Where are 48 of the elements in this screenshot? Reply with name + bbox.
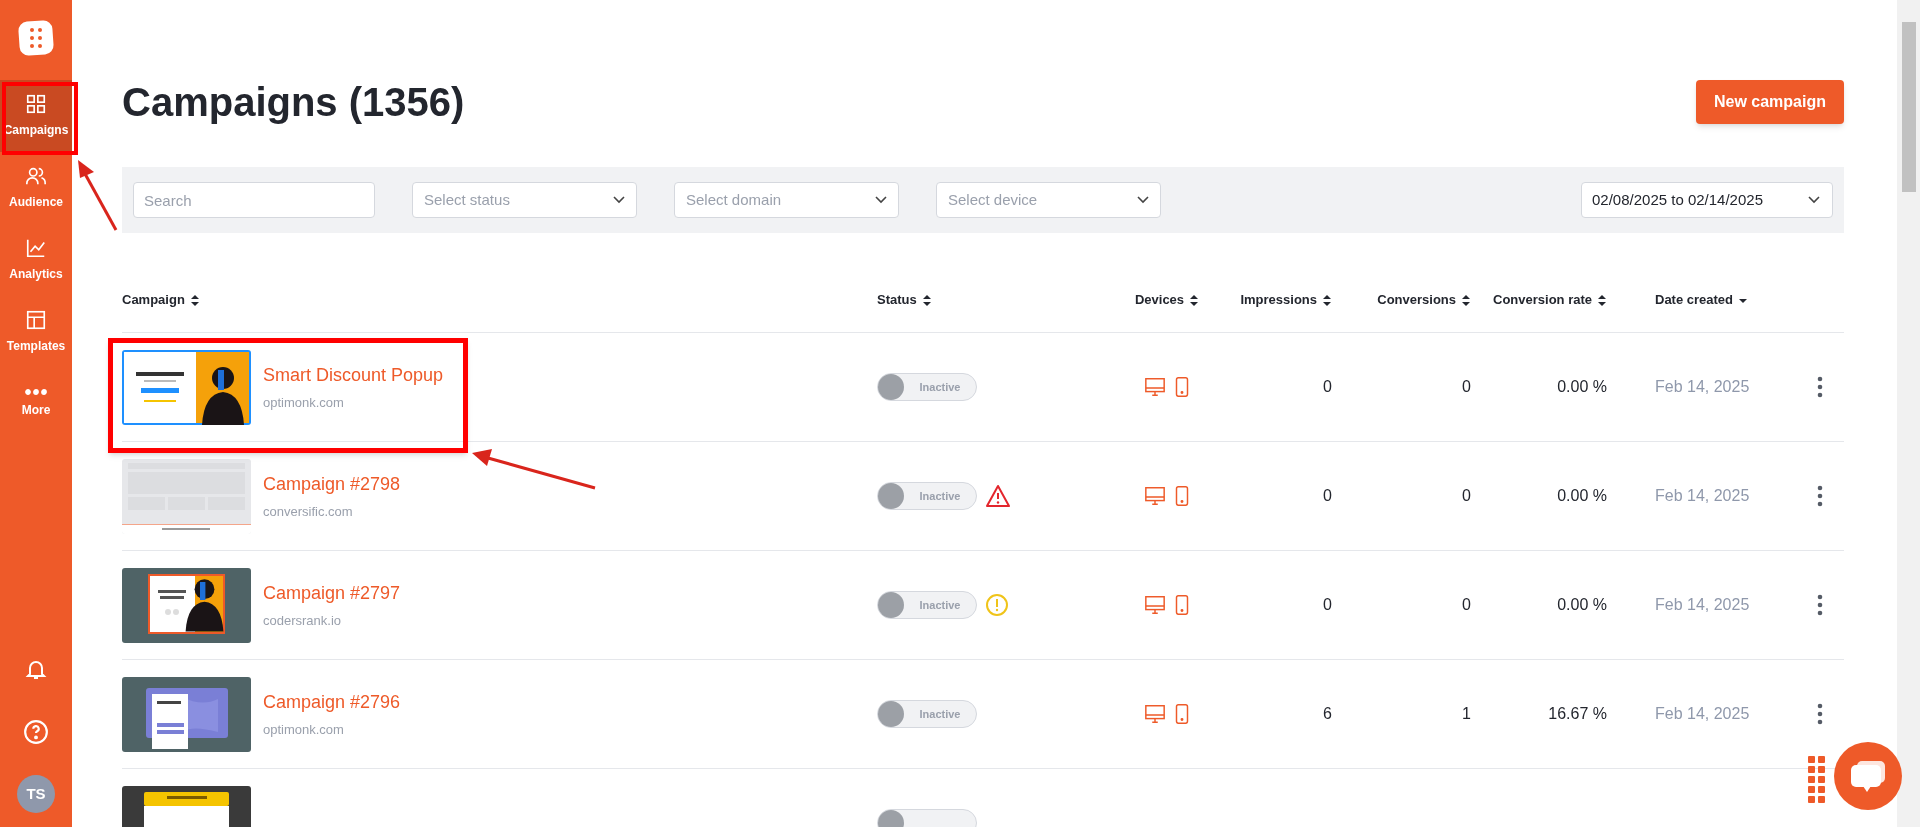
table-cell-text: 0.00 % [1556, 486, 1607, 506]
campaign-link[interactable]: Campaign #2796 [263, 688, 401, 716]
column-header[interactable]: Date created [1607, 290, 1767, 310]
table-cell-text: 0 [1461, 595, 1471, 615]
column-header[interactable]: Campaign [122, 290, 877, 310]
table-cell-text: 0 [1322, 377, 1332, 397]
table-cell-text: Feb 14, 2025 [1655, 595, 1751, 615]
column-header[interactable]: Impressions [1227, 290, 1332, 310]
select-dropdown[interactable]: Select domain [674, 182, 899, 218]
domain-text: optimonk.com [263, 393, 345, 412]
status-toggle[interactable]: Inactive [877, 373, 977, 401]
date-range-picker[interactable]: 02/08/2025 to 02/14/2025 [1581, 182, 1833, 218]
select-dropdown[interactable]: Select device [936, 182, 1161, 218]
table-cell-text: 1 [1461, 704, 1471, 724]
page-title: Campaigns (1356) [122, 78, 465, 126]
nav-item[interactable]: More [0, 368, 72, 440]
table-cell-text: 0.00 % [1556, 377, 1607, 397]
table-cell-text: 0 [1322, 595, 1332, 615]
campaign-link[interactable]: Campaign #2798 [263, 470, 401, 498]
column-header[interactable]: Status [877, 290, 1107, 310]
table-cell-text: Feb 14, 2025 [1655, 704, 1751, 724]
table-cell-text: Feb 14, 2025 [1655, 486, 1751, 506]
domain-text: optimonk.com [263, 720, 345, 739]
campaign-link[interactable]: Campaign #2797 [263, 579, 401, 607]
user-avatar[interactable]: TS [17, 775, 55, 813]
table-cell-text: 0.00 % [1556, 595, 1607, 615]
search-field[interactable]: Search [133, 182, 375, 218]
nav-item[interactable]: Templates [0, 296, 72, 368]
select-dropdown[interactable]: Select status [412, 182, 637, 218]
table-cell-text: 16.67 % [1547, 704, 1607, 724]
campaign-link[interactable]: Smart Discount Popup [263, 361, 444, 389]
nav-item[interactable]: Campaigns [0, 80, 72, 152]
table-cell-text: 0 [1461, 377, 1471, 397]
column-header[interactable]: Conversion rate [1471, 290, 1607, 310]
domain-text: codersrank.io [263, 611, 343, 630]
table-cell-text: 0 [1322, 486, 1332, 506]
column-header[interactable]: Conversions [1332, 290, 1471, 310]
status-toggle[interactable]: Inactive [877, 591, 977, 619]
column-header[interactable]: Devices [1107, 290, 1227, 310]
nav-item[interactable]: Audience [0, 152, 72, 224]
table-cell-text: 0 [1461, 486, 1471, 506]
table-cell-text: 6 [1322, 704, 1332, 724]
domain-text: conversific.com [263, 502, 354, 521]
table-cell-text: Feb 14, 2025 [1655, 377, 1751, 397]
status-toggle[interactable]: Inactive [877, 700, 977, 728]
nav-item[interactable]: Analytics [0, 224, 72, 296]
status-toggle[interactable]: Inactive [877, 482, 977, 510]
new-campaign-button[interactable]: New campaign [1695, 79, 1844, 124]
